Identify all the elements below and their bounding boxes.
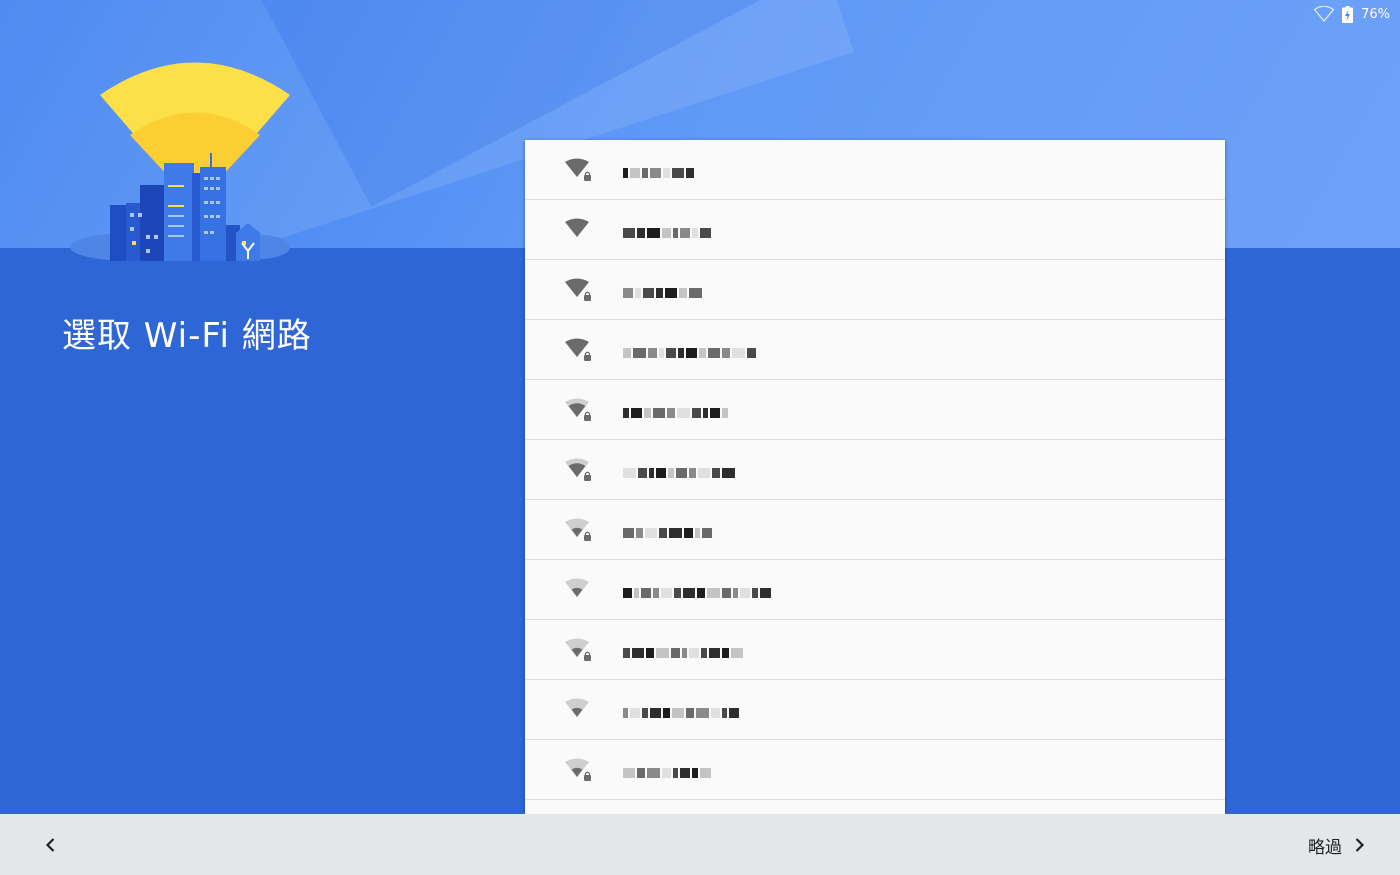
wifi-signal-locked-icon xyxy=(563,278,593,302)
wifi-signal-locked-icon xyxy=(563,158,593,182)
wifi-signal-icon xyxy=(563,578,593,602)
wifi-network-item[interactable] xyxy=(525,320,1225,380)
chevron-right-icon xyxy=(1355,838,1365,852)
wifi-network-item[interactable] xyxy=(525,140,1225,200)
wifi-signal-icon xyxy=(563,698,593,722)
wifi-signal-icon xyxy=(563,218,593,242)
network-name-redacted xyxy=(623,283,704,298)
skip-label: 略過 xyxy=(1308,837,1342,858)
network-name-redacted xyxy=(623,583,773,598)
wifi-signal-locked-icon xyxy=(563,518,593,542)
city-wifi-illustration xyxy=(70,62,290,261)
network-name-redacted xyxy=(623,223,713,238)
battery-charging-icon xyxy=(1342,5,1354,23)
wifi-network-item[interactable] xyxy=(525,560,1225,620)
page-title: 選取 Wi-Fi 網路 xyxy=(62,316,312,356)
bottom-nav-bar: 略過 xyxy=(0,814,1400,875)
status-bar: 76% xyxy=(1314,4,1390,24)
wifi-network-item[interactable] xyxy=(525,680,1225,740)
wifi-network-list xyxy=(525,140,1225,814)
wifi-signal-locked-icon xyxy=(563,338,593,362)
wifi-signal-locked-icon xyxy=(563,638,593,662)
wifi-network-item[interactable] xyxy=(525,200,1225,260)
skip-button[interactable]: 略過 xyxy=(1308,828,1366,862)
network-name-redacted xyxy=(623,163,696,178)
network-name-redacted xyxy=(623,463,737,478)
wifi-signal-locked-icon xyxy=(563,398,593,422)
network-name-redacted xyxy=(623,403,730,418)
network-name-redacted xyxy=(623,343,758,358)
wifi-network-item[interactable] xyxy=(525,740,1225,800)
wifi-outline-icon xyxy=(1314,6,1335,22)
battery-percentage: 76% xyxy=(1361,6,1390,22)
wifi-network-item[interactable] xyxy=(525,380,1225,440)
wifi-network-item[interactable] xyxy=(525,500,1225,560)
back-button[interactable] xyxy=(36,830,66,860)
network-name-redacted xyxy=(623,643,745,658)
wifi-signal-locked-icon xyxy=(563,758,593,782)
wifi-network-item[interactable] xyxy=(525,440,1225,500)
network-name-redacted xyxy=(623,763,713,778)
wifi-network-item[interactable] xyxy=(525,260,1225,320)
network-name-redacted xyxy=(623,523,714,538)
chevron-left-icon xyxy=(45,838,55,852)
wifi-signal-locked-icon xyxy=(563,458,593,482)
wifi-network-item[interactable] xyxy=(525,620,1225,680)
network-name-redacted xyxy=(623,703,741,718)
